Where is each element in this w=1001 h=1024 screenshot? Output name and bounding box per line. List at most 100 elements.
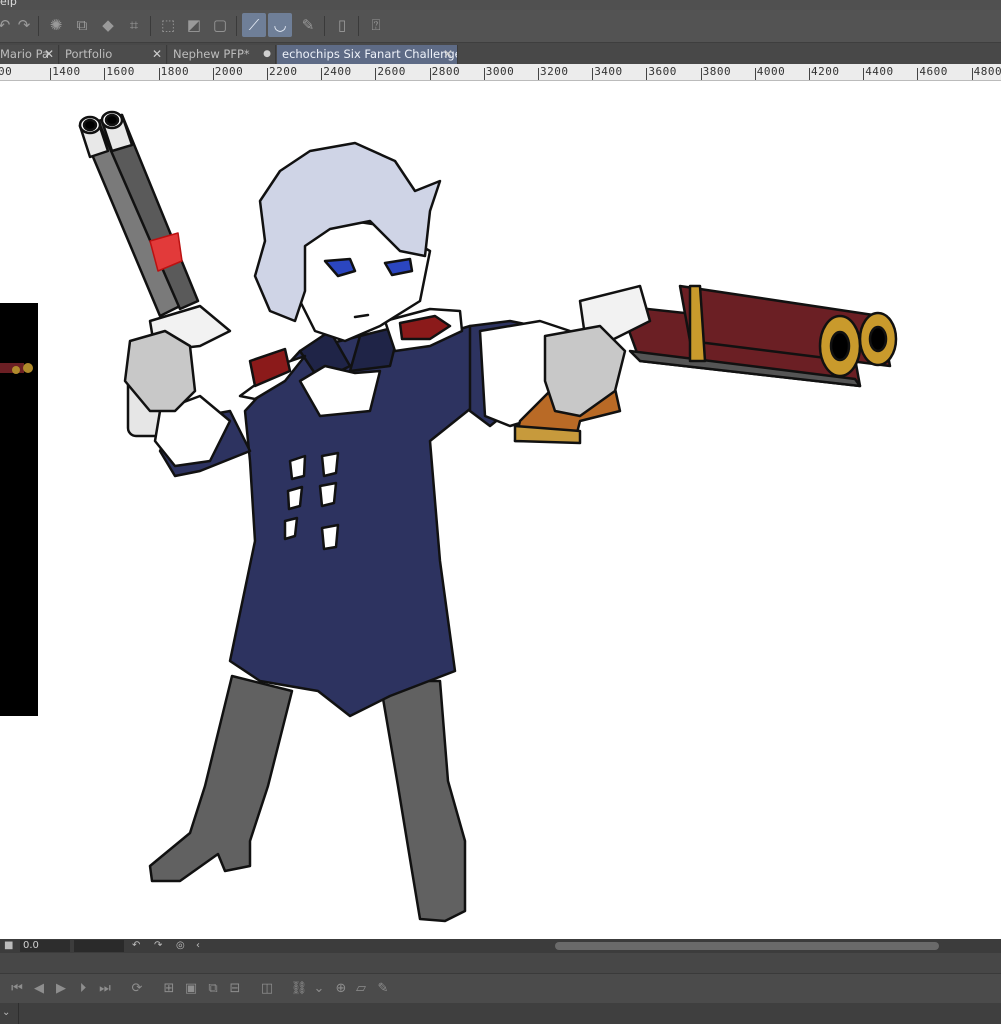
pen-snap-icon[interactable]: ✎ [296,13,320,37]
ruler-mark [863,68,865,80]
cel-icon[interactable]: ▣ [182,980,200,998]
ruler-mark [375,68,377,80]
frame-field[interactable]: 0.0 [20,940,70,952]
command-toolbar: ↶ ↷ ✺ ⧉ ◆ ⌗ ⬚ ◩ ▢ ⟋ ◡ ✎ ▯ ⍰ [0,10,1001,43]
ruler-label: 2600 [377,65,406,78]
border-icon[interactable]: ▢ [208,13,232,37]
clear-selection-icon[interactable]: ⬚ [156,13,180,37]
ruler-mark [321,68,323,80]
ruler-mark [646,68,648,80]
cel-copy-icon[interactable]: ⧉ [204,980,222,998]
crop-icon[interactable]: ⌗ [122,13,146,37]
onion-skin-icon[interactable]: ◫ [258,980,276,998]
ruler-mark [809,68,810,80]
layer-icon[interactable]: ⊕ [332,980,350,998]
ruler-label: 3800 [702,65,732,78]
ruler-label: 1400 [52,65,81,78]
next-frame-icon[interactable]: ⏵ [74,980,92,998]
stop-icon[interactable]: ■ [4,939,13,953]
prev-frame-icon[interactable]: ◀ [30,980,48,998]
ruler-mark [104,68,106,80]
ruler-label: 2200 [269,65,298,78]
animation-toolbar: ⏮ ◀ ▶ ⏵ ⏭ ⟳ ⊞ ▣ ⧉ ⊟ ◫ ⛓ ⌄ ⊕ ▱ ✎ [0,973,1001,1004]
ruler-mark [158,68,160,80]
new-cel-icon[interactable]: ⊞ [160,980,178,998]
tab-label: echochips Six Fanart Challenge [282,47,458,61]
cel-delete-icon[interactable]: ⊟ [226,980,244,998]
ruler-label: 1800 [160,65,190,78]
tab-label: Portfolio [65,47,113,61]
tab-nephew-pfp[interactable]: Nephew PFP* ● [168,45,276,64]
ruler-label: 4200 [811,65,840,78]
toolbar-divider [358,16,359,36]
toolbar-divider [324,16,325,36]
curve-snap-icon[interactable]: ◡ [268,13,292,37]
ruler-label: 3200 [540,65,569,78]
timeline-bar: ■ 0.0 ↶ ↷ ◎ ‹ [0,939,1001,953]
toolbar-divider [38,16,39,36]
ruler-mark [700,68,702,80]
ruler-mark [50,68,52,80]
ruler-mark [267,68,268,80]
transform-icon[interactable]: ⧉ [70,13,94,37]
character-illustration [78,110,898,923]
frame-slider[interactable] [74,940,124,952]
help-icon[interactable]: ⍰ [364,13,388,37]
dropdown-icon[interactable]: ⌄ [310,980,328,998]
unsaved-dot-icon[interactable]: ● [263,45,271,64]
ruler-label: 4800 [973,65,1001,78]
shape-icon[interactable]: ▱ [352,980,370,998]
tab-label: Mario Pa [0,47,50,61]
horizontal-ruler: 00 1400 1600 1800 2000 2200 2400 2600 2800 3000 32… [0,64,1001,81]
tab-portfolio[interactable]: Portfolio ✕ [60,45,167,64]
ruler-snap-icon[interactable]: ⟋ [242,13,266,37]
drawing-canvas[interactable] [0,81,1001,939]
play-icon[interactable]: ▶ [52,980,70,998]
horizontal-scrollbar[interactable] [555,942,939,950]
rotate-left-icon[interactable]: ↶ [132,939,140,953]
ruler-mark [917,68,919,80]
tab-mario[interactable]: Mario Pa ✕ [0,45,59,64]
ruler-label: 2800 [431,65,461,78]
ruler-mark [592,68,594,80]
ruler-label: 2000 [214,65,244,78]
ruler-label: 4000 [756,65,786,78]
close-icon[interactable]: ✕ [152,45,162,64]
status-divider [18,1003,19,1024]
ruler-label: 3400 [594,65,623,78]
panel-gap [0,953,1001,973]
rotate-right-icon[interactable]: ↷ [154,939,162,953]
navy-coat [153,307,572,718]
ruler-mark [429,68,431,80]
device-icon[interactable]: ▯ [330,13,354,37]
last-frame-icon[interactable]: ⏭ [96,980,114,998]
ruler-mark [754,68,756,80]
ruler-mark [971,68,973,80]
menu-help[interactable]: elp [0,0,17,7]
close-icon[interactable]: ✕ [44,45,54,64]
chevron-down-icon[interactable]: ⌄ [2,1007,10,1018]
menu-bar: elp [0,0,1001,10]
boots [148,674,467,923]
ruler-mark [538,68,539,80]
ruler-label: 4600 [919,65,948,78]
loop-icon[interactable]: ⟳ [128,980,146,998]
reset-icon[interactable]: ◎ [176,939,185,953]
toolbar-divider [236,16,237,36]
ruler-mark [483,68,485,80]
ruler-mark [212,68,214,80]
first-frame-icon[interactable]: ⏮ [8,980,26,998]
lasso-icon[interactable]: ✺ [44,13,68,37]
redo-icon[interactable]: ↷ [12,13,36,37]
status-bar: ⌄ [0,1003,1001,1024]
tab-label: Nephew PFP* [173,47,250,61]
collapse-icon[interactable]: ‹ [196,939,200,953]
close-icon[interactable]: ✕ [443,45,453,64]
tab-echochips-six[interactable]: echochips Six Fanart Challenge ✕ [277,45,458,64]
ruler-label: 1600 [106,65,135,78]
brush-icon[interactable]: ✎ [374,980,392,998]
invert-selection-icon[interactable]: ◩ [182,13,206,37]
toolbar-divider [150,16,151,36]
fill-icon[interactable]: ◆ [96,13,120,37]
link-icon[interactable]: ⛓ [290,980,308,998]
